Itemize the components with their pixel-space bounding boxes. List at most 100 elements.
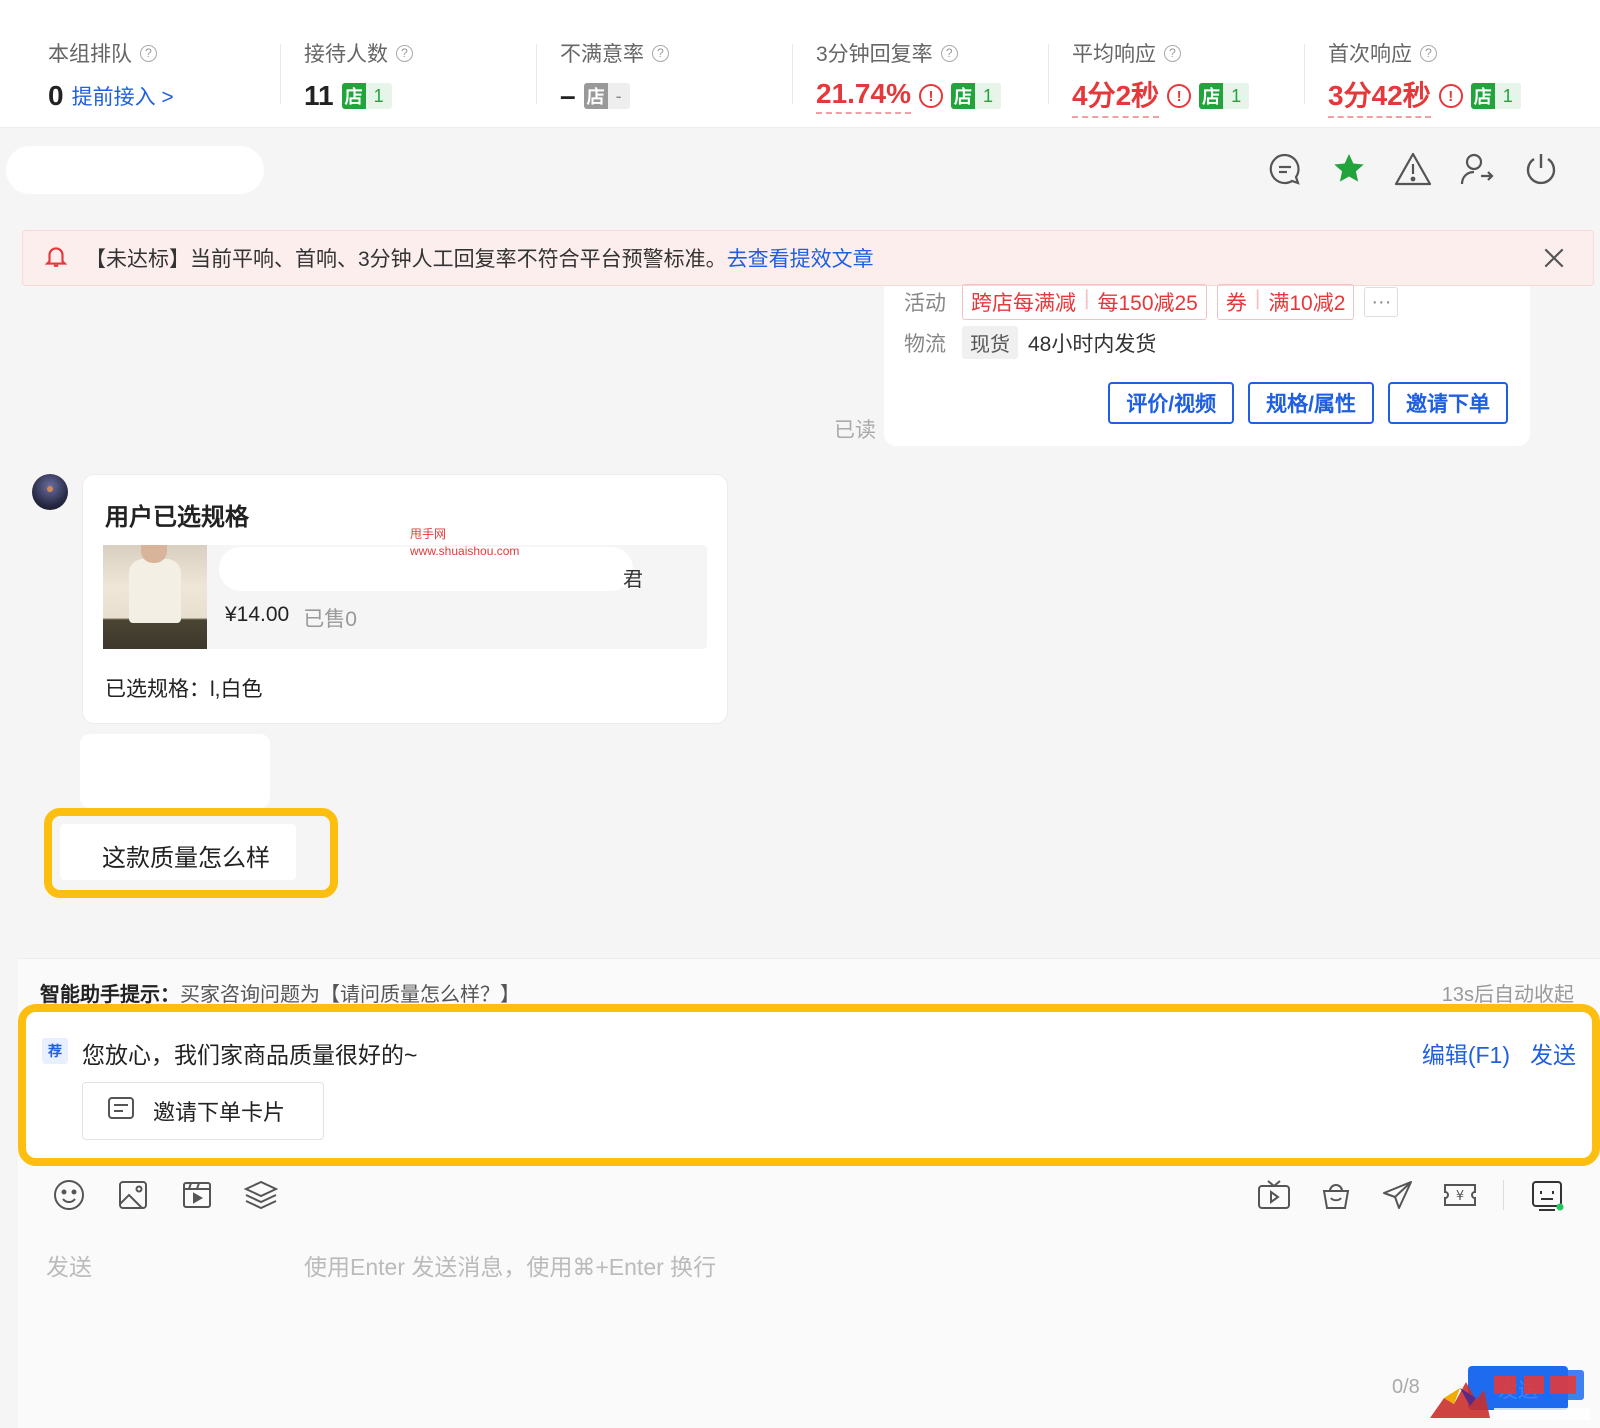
user-transfer-icon[interactable] [1458,150,1496,188]
stat-label: 3分钟回复率 [816,43,933,66]
stat-value: 0 [48,80,64,111]
help-icon[interactable]: ? [396,44,413,62]
customer-name-pill [6,146,264,194]
help-icon[interactable]: ? [140,44,157,62]
shopping-bag-icon[interactable] [1317,1176,1355,1214]
layers-icon[interactable] [242,1176,280,1214]
svg-text:¥: ¥ [1456,1189,1464,1204]
toolbar-divider [1503,1180,1504,1210]
invite-order-button[interactable]: 邀请下单 [1388,382,1508,424]
spec-title: 用户已选规格 [105,504,249,531]
message-placeholder [80,734,270,808]
stat-first-response: 首次响应? 3分42秒 ! 店1 [1328,38,1568,118]
help-icon[interactable]: ? [652,44,669,62]
stat-reception: 接待人数? 11 店1 [304,38,544,116]
assistant-tip: 智能助手提示：买家咨询问题为【请问质量怎么样？】 [40,984,520,1006]
send-plane-icon[interactable] [1379,1176,1417,1214]
sold-count: 已售0 [303,608,357,631]
invite-order-card-button[interactable]: 邀请下单卡片 [82,1082,324,1140]
exclamation-icon: ! [1438,84,1463,108]
store-badge: 店1 [1470,83,1521,109]
send-suggestion-button[interactable]: 发送 [1530,1036,1576,1070]
product-price: ¥14.00 [225,603,290,626]
divider [792,44,793,104]
logistics-row: 物流 现货 48小时内发货 [904,326,1156,359]
robot-assistant-icon[interactable] [1528,1176,1566,1214]
activity-label: 活动 [904,292,946,315]
help-icon[interactable]: ? [1420,44,1437,62]
store-badge: 店1 [1199,83,1250,109]
input-toolbar-left [50,1176,280,1214]
promo-tag: 跨店每满减 | 每150减25 [962,284,1207,320]
logistics-label: 物流 [904,332,946,356]
read-status: 已读 [834,419,876,442]
play-video-icon[interactable] [1255,1176,1293,1214]
stat-label: 平均响应 [1072,43,1156,66]
stat-label: 本组排队 [48,43,132,66]
stat-queue: 本组排队? 0 提前接入 > [48,38,288,116]
selected-spec: 已选规格：l,白色 [105,678,263,701]
suggested-reply[interactable]: 您放心，我们家商品质量很好的~ [82,1036,417,1070]
close-icon[interactable] [1541,245,1567,271]
stat-label: 首次响应 [1328,43,1412,66]
image-icon[interactable] [114,1176,152,1214]
product-name-tail: 君 [623,569,643,591]
alert-text: 【未达标】当前平响、首响、3分钟人工回复率不符合平台预警标准。 [85,248,727,271]
store-badge: 店1 [341,83,392,109]
help-icon[interactable]: ? [1164,44,1181,62]
alert-article-link[interactable]: 去查看提效文章 [727,243,874,273]
divider [1048,44,1049,104]
stat-value[interactable]: 4分2秒 [1072,74,1160,118]
warning-alert: 【未达标】当前平响、首响、3分钟人工回复率不符合平台预警标准。 去查看提效文章 [22,230,1594,286]
top-icon-bar [1266,150,1560,188]
spec-attribute-button[interactable]: 规格/属性 [1248,382,1374,424]
stat-avg-response: 平均响应? 4分2秒 ! 店1 [1072,38,1312,118]
question-text: 这款质量怎么样 [102,845,270,872]
star-icon[interactable] [1330,150,1368,188]
exclamation-icon: ! [918,84,943,108]
coupon-icon[interactable]: ¥ [1441,1176,1479,1214]
invite-card-label: 邀请下单卡片 [153,1100,286,1125]
input-hint: 使用Enter 发送消息，使用⌘+Enter 换行 [304,1254,717,1280]
more-promos-button[interactable]: ··· [1364,287,1399,317]
card-icon [107,1096,135,1126]
spec-product[interactable]: 君 ¥14.00 已售0 [103,545,707,649]
activity-row: 活动 跨店每满减 | 每150减25 券 | 满10减2 ··· [904,284,1399,320]
stat-value: 11 [304,80,334,111]
stat-label: 不满意率 [560,43,644,66]
emoji-icon[interactable] [50,1176,88,1214]
spec-message-card: 用户已选规格 君 ¥14.00 已售0 已选规格：l,白色 [82,474,728,724]
edit-button[interactable]: 编辑(F1) [1422,1036,1510,1070]
early-access-link[interactable]: 提前接入 > [72,81,174,111]
video-icon[interactable] [178,1176,216,1214]
message-input[interactable]: 发送 [46,1248,92,1282]
store-badge: 店- [583,83,630,109]
reviews-video-button[interactable]: 评价/视频 [1108,382,1235,424]
store-badge: 店1 [950,83,1001,109]
chat-bubble-icon[interactable] [1266,150,1304,188]
price-row: ¥14.00 已售0 [225,603,357,633]
input-toolbar-right: ¥ [1255,1176,1566,1214]
warning-icon[interactable] [1394,150,1432,188]
stat-dissatisfaction: 不满意率? – 店- [560,38,800,116]
exclamation-icon: ! [1167,84,1192,108]
bell-icon [43,243,69,274]
stat-value[interactable]: 3分42秒 [1328,74,1431,118]
stats-bar: 本组排队? 0 提前接入 > 接待人数? 11 店1 不满意率? – 店- 3分… [0,0,1600,128]
stock-tag: 现货 [962,326,1018,359]
shipping-text: 48小时内发货 [1028,332,1157,356]
help-icon[interactable]: ? [940,44,958,62]
divider [536,44,537,104]
char-counter: 0/8 [1392,1376,1420,1398]
stat-value[interactable]: 21.74% [816,78,911,114]
suggestion-actions: 编辑(F1) 发送 [1422,1036,1576,1070]
stat-label: 接待人数 [304,43,388,66]
recommend-badge: 荐 [42,1038,68,1064]
coupon-tag: 券 | 满10减2 [1216,284,1355,320]
power-icon[interactable] [1522,150,1560,188]
avatar[interactable] [32,474,68,510]
watermark-logo-icon [1424,1364,1594,1424]
auto-collapse-timer: 13s后自动收起 [1441,984,1574,1006]
product-image [103,545,207,649]
stat-value: – [560,80,576,111]
